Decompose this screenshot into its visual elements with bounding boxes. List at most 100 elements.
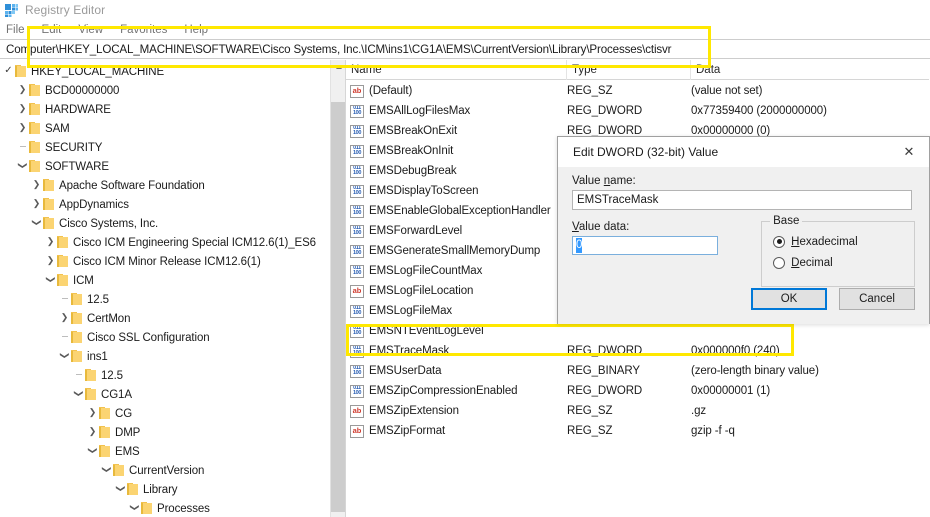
value-name: EMSGenerateSmallMemoryDump [369, 245, 541, 257]
column-header-data[interactable]: Data [691, 60, 929, 80]
tree-node-label-wrap: SECURITY [45, 137, 106, 157]
radio-hexadecimal[interactable]: Hexadecimal [773, 231, 914, 252]
tree-node[interactable]: ❯ DMP [0, 422, 331, 441]
tree-node[interactable]: Cisco SSL Configuration [0, 327, 331, 346]
chevron-right-icon[interactable]: ❯ [16, 118, 29, 137]
tree-node-label: CurrentVersion [129, 464, 205, 477]
tree-node[interactable]: ❯ Cisco Systems, Inc. [0, 213, 331, 232]
tree-node[interactable]: ❯ SOFTWARE [0, 156, 331, 175]
value-row[interactable]: ab EMSZipExtension REG_SZ .gz [346, 401, 929, 421]
value-name: (Default) [369, 85, 413, 97]
value-type: REG_DWORD [567, 105, 643, 117]
tree-node[interactable]: ❯ CG1A [0, 384, 331, 403]
tree-node[interactable]: 12.5 [0, 365, 331, 384]
tree-node[interactable]: ❯ Apache Software Foundation [0, 175, 331, 194]
folder-icon [71, 292, 82, 305]
dialog-buttons: OK Cancel [751, 288, 915, 310]
cancel-button[interactable]: Cancel [839, 288, 915, 310]
folder-icon [71, 311, 82, 324]
value-row[interactable]: 011 100 EMSUserData REG_BINARY (zero-length … [346, 361, 929, 381]
chevron-right-icon[interactable]: ❯ [44, 251, 57, 270]
value-row[interactable]: ab (Default) REG_SZ (value not set) [346, 81, 929, 101]
tree-node-label: Library [143, 483, 178, 496]
chevron-right-icon[interactable]: ❯ [58, 308, 71, 327]
tree-node[interactable]: ❯ EMS [0, 441, 331, 460]
tree-node[interactable]: ❯ ICM [0, 270, 331, 289]
menu-help[interactable]: Help [184, 24, 208, 36]
folder-icon [57, 273, 68, 286]
dword-value-icon: 011 100 [350, 244, 364, 258]
tree-node[interactable]: ❯ CG [0, 403, 331, 422]
tree-node[interactable]: 12.5 [0, 289, 331, 308]
dword-value-icon: 011 100 [350, 184, 364, 198]
dword-value-icon: 011 100 [350, 124, 364, 138]
dword-value-icon: 011 100 [350, 164, 364, 178]
tree-node[interactable]: ❯ Cisco ICM Engineering Special ICM12.6(1… [0, 232, 331, 251]
value-row[interactable]: 011 100 EMSNTEventLogLevel [346, 321, 929, 341]
tree-node[interactable]: ❯ CurrentVersion [0, 460, 331, 479]
chevron-right-icon[interactable]: ❯ [44, 232, 57, 251]
value-name-label: Value name: [572, 175, 636, 187]
registry-tree-pane: ✓ HKEY_LOCAL_MACHINE ❯ BCD00000000 ❯ HARDWARE… [0, 60, 346, 517]
menu-edit[interactable]: Edit [42, 24, 62, 36]
value-row[interactable]: 011 100 EMSTraceMask REG_DWORD 0x000000f0 (2… [346, 341, 929, 361]
value-data-text: 0 [576, 238, 583, 253]
menu-bar: File Edit View Favorites Help [0, 21, 930, 38]
tree-node[interactable]: ❯ SAM [0, 118, 331, 137]
value-name-input[interactable]: EMSTraceMask [572, 190, 912, 210]
tree-node-label-wrap: SAM [45, 118, 74, 138]
value-row[interactable]: 011 100 EMSAllLogFilesMax REG_DWORD 0x773594… [346, 101, 929, 121]
chevron-right-icon[interactable]: ❯ [30, 194, 43, 213]
dword-value-icon: 011 100 [350, 344, 364, 358]
tree-scrollbar-thumb[interactable] [331, 102, 345, 512]
value-row[interactable]: ab EMSZipFormat REG_SZ gzip -f -q [346, 421, 929, 441]
close-icon[interactable]: ✕ [889, 137, 929, 167]
folder-icon [57, 235, 68, 248]
value-data: 0x77359400 (2000000000) [691, 105, 827, 117]
folder-icon [99, 425, 110, 438]
chevron-right-icon[interactable]: ❯ [16, 99, 29, 118]
tree-node[interactable]: ❯ BCD00000000 [0, 80, 331, 99]
ok-button[interactable]: OK [751, 288, 827, 310]
tree-node[interactable]: ❯ Processes [0, 498, 331, 517]
registry-editor-window: Registry Editor File Edit View Favorites… [0, 0, 930, 517]
menu-favorites[interactable]: Favorites [120, 24, 167, 36]
menu-view[interactable]: View [78, 24, 103, 36]
tree-scroll-up-button[interactable] [331, 60, 345, 73]
chevron-right-icon[interactable]: ❯ [86, 403, 99, 422]
value-data-input[interactable]: 0 [572, 236, 718, 255]
tree-node[interactable]: ❯ ins1 [0, 346, 331, 365]
tree-node[interactable]: ❯ Library [0, 479, 331, 498]
address-path: Computer\HKEY_LOCAL_MACHINE\SOFTWARE\Cis… [6, 42, 672, 56]
tree-scrollbar[interactable] [330, 60, 345, 517]
value-name: EMSEnableGlobalExceptionHandler [369, 205, 551, 217]
column-header-name[interactable]: Name [346, 60, 567, 80]
tree-node[interactable]: ❯ AppDynamics [0, 194, 331, 213]
tree-node-label: 12.5 [87, 293, 109, 306]
tree-node-leaf-marker [16, 137, 29, 156]
menu-file[interactable]: File [6, 24, 25, 36]
folder-icon [71, 330, 82, 343]
radio-decimal[interactable]: Decimal [773, 252, 914, 273]
tree-node[interactable]: ❯ CertMon [0, 308, 331, 327]
dialog-title: Edit DWORD (32-bit) Value [573, 145, 719, 159]
value-name-text: EMSTraceMask [577, 194, 659, 206]
tree-node[interactable]: ❯ Cisco ICM Minor Release ICM12.6(1) [0, 251, 331, 270]
tree-node-label-wrap: SOFTWARE [45, 156, 113, 176]
chevron-right-icon[interactable]: ❯ [30, 175, 43, 194]
folder-icon [57, 254, 68, 267]
chevron-right-icon[interactable]: ❯ [86, 422, 99, 441]
tree-node[interactable]: ❯ HARDWARE [0, 99, 331, 118]
tree-node[interactable]: SECURITY [0, 137, 331, 156]
chevron-right-icon[interactable]: ❯ [16, 80, 29, 99]
column-header-type[interactable]: Type [567, 60, 691, 80]
address-bar[interactable]: Computer\HKEY_LOCAL_MACHINE\SOFTWARE\Cis… [0, 39, 930, 59]
value-row[interactable]: 011 100 EMSZipCompressionEnabled REG_DWORD 0… [346, 381, 929, 401]
base-column: Base Hexadecimal Decimal [761, 215, 915, 287]
folder-icon [85, 368, 96, 381]
tree-node[interactable]: ✓ HKEY_LOCAL_MACHINE [0, 61, 331, 80]
radio-hexadecimal-label: Hexadecimal [791, 235, 858, 248]
folder-icon [99, 444, 110, 457]
tree-node-label-wrap: Cisco SSL Configuration [87, 327, 214, 347]
folder-icon [141, 501, 152, 514]
